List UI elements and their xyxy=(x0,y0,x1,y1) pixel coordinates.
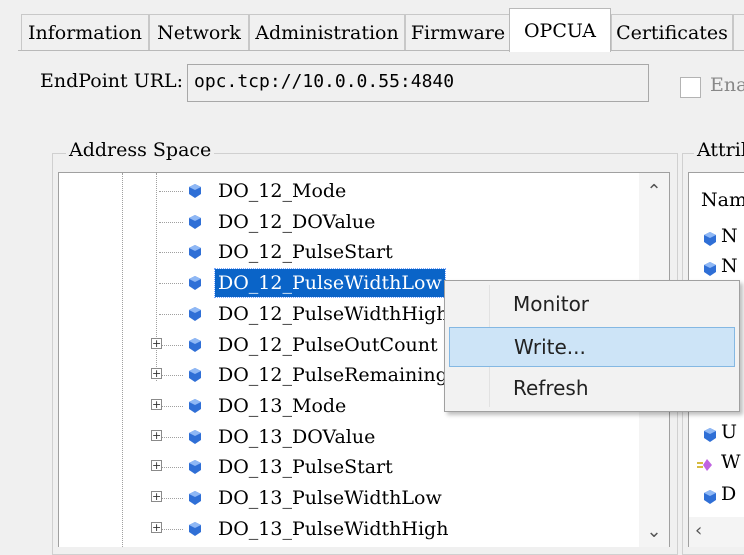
tree-connector xyxy=(159,252,183,254)
expand-icon[interactable]: + xyxy=(151,429,162,441)
attribute-row-label: W xyxy=(721,451,741,473)
tree-node-label: DO_12_PulseRemainingC xyxy=(218,364,463,387)
tree-node-label: DO_12_PulseStart xyxy=(218,241,393,264)
variable-node-icon xyxy=(189,337,201,352)
tree-node[interactable]: + DO_13_PulseStart xyxy=(59,452,659,482)
tree-node[interactable]: + DO_13_PulseWidthLow xyxy=(59,483,659,513)
variable-node-icon xyxy=(189,276,201,291)
write-arrow-icon xyxy=(697,457,713,471)
chevron-down-icon[interactable]: ⌄ xyxy=(639,517,669,547)
enable-checkbox[interactable] xyxy=(680,77,701,98)
tree-node-label: DO_13_PulseWidthHigh xyxy=(218,517,449,540)
expand-icon[interactable]: + xyxy=(151,398,162,410)
menu-item-refresh[interactable]: Refresh xyxy=(449,369,735,409)
tree-node[interactable]: + DO_13_DOValue xyxy=(59,422,659,452)
chevron-left-icon[interactable]: ‹ xyxy=(695,520,702,541)
tree-connector xyxy=(159,221,183,223)
tree-node-label: DO_13_DOValue xyxy=(218,425,376,448)
context-menu: Monitor Write... Refresh xyxy=(444,280,740,412)
tree-node[interactable]: DO_12_Mode xyxy=(59,176,659,206)
variable-node-icon xyxy=(189,214,201,229)
variable-node-icon xyxy=(189,460,201,475)
tab-certificates[interactable]: Certificates xyxy=(611,14,733,50)
variable-node-icon xyxy=(189,306,201,321)
tab-overflow[interactable] xyxy=(733,14,744,50)
tree-node[interactable]: + DO_13_PulseWidthHigh xyxy=(59,514,659,544)
endpoint-url-field[interactable]: opc.tcp://10.0.0.55:4840 xyxy=(187,64,649,102)
expand-icon[interactable]: + xyxy=(151,491,162,502)
tree-node-label: DO_12_PulseOutCount xyxy=(218,333,438,356)
expand-icon[interactable]: + xyxy=(151,368,162,380)
tree-node-label: DO_12_PulseWidthLow xyxy=(214,268,446,299)
chevron-up-icon[interactable]: ⌃ xyxy=(639,177,669,207)
tab-opcua[interactable]: OPCUA xyxy=(509,8,611,52)
tree-connector xyxy=(159,405,183,407)
tree-node-label: DO_13_Mode xyxy=(218,394,347,417)
tree-connector xyxy=(159,191,183,192)
tree-node-label: DO_12_PulseWidthHigh xyxy=(218,302,449,325)
tree-node-label: DO_12_DOValue xyxy=(218,210,376,233)
tree-node-label: DO_13_PulseWidthLow xyxy=(218,487,442,509)
variable-node-icon xyxy=(189,521,201,536)
blue-node-icon xyxy=(703,489,717,504)
endpoint-url-label: EndPoint URL: xyxy=(40,70,184,92)
attributes-title: Attrib xyxy=(694,139,744,161)
address-space-title: Address Space xyxy=(66,139,215,161)
variable-node-icon xyxy=(189,245,201,260)
tree-connector xyxy=(159,375,183,377)
expand-icon[interactable]: + xyxy=(151,337,162,349)
tree-node-label: DO_13_PulseStart xyxy=(218,456,393,479)
variable-node-icon xyxy=(189,368,201,383)
attribute-row-label: U xyxy=(721,421,738,443)
blue-node-icon xyxy=(703,231,717,246)
menu-item-monitor[interactable]: Monitor xyxy=(449,285,735,325)
tree-node[interactable]: DO_12_DOValue xyxy=(59,207,659,237)
tree-connector xyxy=(159,436,183,438)
tree-connector xyxy=(159,283,183,285)
blue-node-icon xyxy=(703,427,717,442)
attribute-row-label: N xyxy=(721,225,738,247)
tab-bar: Information Network Administration Firmw… xyxy=(0,0,744,52)
enable-checkbox-label: Ena xyxy=(710,74,744,96)
expand-icon[interactable]: + xyxy=(151,460,162,472)
blue-node-icon xyxy=(703,261,717,276)
attributes-name-header: Nam xyxy=(701,189,744,211)
tree-connector xyxy=(159,313,183,315)
variable-node-icon xyxy=(189,184,201,198)
tab-network[interactable]: Network xyxy=(149,14,249,50)
attribute-row-label: N xyxy=(721,255,738,277)
tab-information[interactable]: Information xyxy=(21,14,149,50)
tree-node-label: DO_12_Mode xyxy=(218,180,347,202)
tree-connector xyxy=(159,467,183,469)
attributes-horizontal-scrollbar[interactable]: ‹ xyxy=(689,517,744,547)
expand-icon[interactable]: + xyxy=(151,521,162,533)
tree-connector xyxy=(159,528,183,530)
menu-item-write[interactable]: Write... xyxy=(449,327,735,367)
tab-firmware[interactable]: Firmware xyxy=(405,14,511,50)
tab-administration[interactable]: Administration xyxy=(249,14,405,50)
tree-connector xyxy=(159,344,183,346)
variable-node-icon xyxy=(189,429,201,444)
variable-node-icon xyxy=(189,398,201,413)
variable-node-icon xyxy=(189,491,201,505)
tree-connector xyxy=(159,498,183,499)
attribute-row-label: D xyxy=(721,483,737,505)
tree-node[interactable]: DO_12_PulseStart xyxy=(59,237,659,267)
